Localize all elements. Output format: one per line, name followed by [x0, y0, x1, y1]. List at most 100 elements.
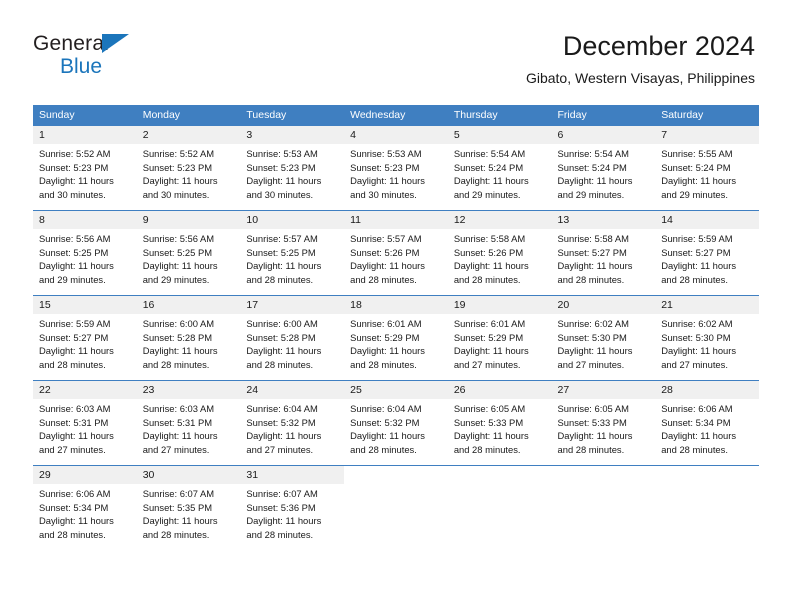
day-cell-21[interactable]: 21 Sunrise: 6:02 AM Sunset: 5:30 PM Dayl… — [655, 296, 759, 380]
daylight-text-line2: and 28 minutes. — [39, 528, 106, 540]
calendar-cell[interactable]: 28 Sunrise: 6:06 AM Sunset: 5:34 PM Dayl… — [655, 380, 759, 466]
day-cell-5[interactable]: 5 Sunrise: 5:54 AM Sunset: 5:24 PM Dayli… — [447, 126, 552, 210]
calendar-cell[interactable]: 13 Sunrise: 5:58 AM Sunset: 5:27 PM Dayl… — [551, 210, 656, 296]
day-cell-22[interactable]: 22 Sunrise: 6:03 AM Sunset: 5:31 PM Dayl… — [33, 381, 137, 465]
daylight-text-line1: Daylight: 11 hours — [661, 345, 737, 357]
day-cell-8[interactable]: 8 Sunrise: 5:56 AM Sunset: 5:25 PM Dayli… — [33, 211, 137, 295]
sunset-text: Sunset: 5:27 PM — [39, 331, 109, 343]
sunrise-text: Sunrise: 6:02 AM — [661, 318, 733, 329]
day-cell-1[interactable]: 1 Sunrise: 5:52 AM Sunset: 5:23 PM Dayli… — [33, 126, 137, 210]
day-cell-29[interactable]: 29 Sunrise: 6:06 AM Sunset: 5:34 PM Dayl… — [33, 466, 137, 550]
calendar-cell[interactable]: 16 Sunrise: 6:00 AM Sunset: 5:28 PM Dayl… — [136, 295, 241, 381]
calendar-cell[interactable]: 30 Sunrise: 6:07 AM Sunset: 5:35 PM Dayl… — [136, 465, 241, 550]
day-cell-18[interactable]: 18 Sunrise: 6:01 AM Sunset: 5:29 PM Dayl… — [344, 296, 448, 380]
sunset-text: Sunset: 5:35 PM — [142, 501, 213, 513]
day-number — [344, 466, 448, 484]
day-cell-24[interactable]: 24 Sunrise: 6:04 AM Sunset: 5:32 PM Dayl… — [240, 381, 345, 465]
daylight-text-line2: and 27 minutes. — [661, 358, 728, 370]
daylight-text-line2: and 28 minutes. — [39, 358, 106, 370]
calendar-cell[interactable]: 6 Sunrise: 5:54 AM Sunset: 5:24 PM Dayli… — [551, 126, 656, 211]
calendar-cell[interactable]: 21 Sunrise: 6:02 AM Sunset: 5:30 PM Dayl… — [655, 295, 759, 381]
day-cell-15[interactable]: 15 Sunrise: 5:59 AM Sunset: 5:27 PM Dayl… — [33, 296, 137, 380]
day-cell-14[interactable]: 14 Sunrise: 5:59 AM Sunset: 5:27 PM Dayl… — [655, 211, 759, 295]
day-cell-16[interactable]: 16 Sunrise: 6:00 AM Sunset: 5:28 PM Dayl… — [136, 296, 241, 380]
day-number: 7 — [655, 126, 759, 144]
calendar-cell[interactable]: 8 Sunrise: 5:56 AM Sunset: 5:25 PM Dayli… — [33, 210, 137, 296]
day-cell-10[interactable]: 10 Sunrise: 5:57 AM Sunset: 5:25 PM Dayl… — [240, 211, 345, 295]
day-cell-23[interactable]: 23 Sunrise: 6:03 AM Sunset: 5:31 PM Dayl… — [136, 381, 241, 465]
calendar-cell[interactable]: 27 Sunrise: 6:05 AM Sunset: 5:33 PM Dayl… — [551, 380, 656, 466]
daylight-text-line2: and 27 minutes. — [246, 443, 314, 455]
calendar-cell[interactable]: 18 Sunrise: 6:01 AM Sunset: 5:29 PM Dayl… — [344, 295, 448, 381]
day-cell-17[interactable]: 17 Sunrise: 6:00 AM Sunset: 5:28 PM Dayl… — [240, 296, 345, 380]
calendar-cell[interactable]: 2 Sunrise: 5:52 AM Sunset: 5:23 PM Dayli… — [136, 126, 241, 211]
day-cell-6[interactable]: 6 Sunrise: 5:54 AM Sunset: 5:24 PM Dayli… — [551, 126, 656, 210]
sunrise-text: Sunrise: 5:56 AM — [39, 233, 111, 244]
day-info: Sunrise: 6:01 AM Sunset: 5:29 PM Dayligh… — [344, 314, 448, 371]
calendar-cell[interactable]: 10 Sunrise: 5:57 AM Sunset: 5:25 PM Dayl… — [240, 210, 345, 296]
day-cell-27[interactable]: 27 Sunrise: 6:05 AM Sunset: 5:33 PM Dayl… — [551, 381, 656, 465]
day-cell-20[interactable]: 20 Sunrise: 6:02 AM Sunset: 5:30 PM Dayl… — [551, 296, 656, 380]
calendar-cell[interactable]: 29 Sunrise: 6:06 AM Sunset: 5:34 PM Dayl… — [33, 465, 137, 550]
day-number — [655, 466, 759, 484]
calendar-cell[interactable]: 23 Sunrise: 6:03 AM Sunset: 5:31 PM Dayl… — [136, 380, 241, 466]
daylight-text-line2: and 27 minutes. — [142, 443, 210, 455]
calendar-cell[interactable]: 24 Sunrise: 6:04 AM Sunset: 5:32 PM Dayl… — [240, 380, 345, 466]
calendar-cell[interactable]: 1 Sunrise: 5:52 AM Sunset: 5:23 PM Dayli… — [33, 126, 137, 211]
calendar-cell[interactable]: 31 Sunrise: 6:07 AM Sunset: 5:36 PM Dayl… — [240, 465, 345, 550]
calendar-cell[interactable]: 4 Sunrise: 5:53 AM Sunset: 5:23 PM Dayli… — [344, 126, 448, 211]
daylight-text-line1: Daylight: 11 hours — [142, 430, 218, 442]
day-cell-3[interactable]: 3 Sunrise: 5:53 AM Sunset: 5:23 PM Dayli… — [240, 126, 345, 210]
day-cell-2[interactable]: 2 Sunrise: 5:52 AM Sunset: 5:23 PM Dayli… — [136, 126, 241, 210]
day-number: 22 — [33, 381, 137, 399]
day-cell-26[interactable]: 26 Sunrise: 6:05 AM Sunset: 5:33 PM Dayl… — [447, 381, 552, 465]
day-info: Sunrise: 6:05 AM Sunset: 5:33 PM Dayligh… — [448, 399, 552, 456]
calendar-cell — [447, 465, 552, 550]
day-cell-9[interactable]: 9 Sunrise: 5:56 AM Sunset: 5:25 PM Dayli… — [136, 211, 241, 295]
day-cell-13[interactable]: 13 Sunrise: 5:58 AM Sunset: 5:27 PM Dayl… — [551, 211, 656, 295]
day-number: 16 — [136, 296, 241, 314]
generalblue-logo[interactable]: General Blue — [33, 33, 233, 83]
calendar-cell[interactable]: 25 Sunrise: 6:04 AM Sunset: 5:32 PM Dayl… — [344, 380, 448, 466]
calendar-cell[interactable]: 17 Sunrise: 6:00 AM Sunset: 5:28 PM Dayl… — [240, 295, 345, 381]
day-cell-28[interactable]: 28 Sunrise: 6:06 AM Sunset: 5:34 PM Dayl… — [655, 381, 759, 465]
calendar-cell[interactable]: 5 Sunrise: 5:54 AM Sunset: 5:24 PM Dayli… — [447, 126, 552, 211]
sunset-text: Sunset: 5:32 PM — [246, 416, 316, 428]
calendar-cell[interactable]: 15 Sunrise: 5:59 AM Sunset: 5:27 PM Dayl… — [33, 295, 137, 381]
sunrise-text: Sunrise: 5:59 AM — [661, 233, 733, 244]
day-number: 5 — [447, 126, 552, 144]
calendar-cell[interactable]: 14 Sunrise: 5:59 AM Sunset: 5:27 PM Dayl… — [655, 210, 759, 296]
day-cell-empty — [552, 466, 656, 550]
day-cell-12[interactable]: 12 Sunrise: 5:58 AM Sunset: 5:26 PM Dayl… — [447, 211, 552, 295]
calendar-cell[interactable]: 26 Sunrise: 6:05 AM Sunset: 5:33 PM Dayl… — [447, 380, 552, 466]
sunrise-text: Sunrise: 6:07 AM — [246, 488, 318, 499]
sunset-text: Sunset: 5:31 PM — [142, 416, 213, 428]
calendar-cell[interactable]: 12 Sunrise: 5:58 AM Sunset: 5:26 PM Dayl… — [447, 210, 552, 296]
daylight-text-line1: Daylight: 11 hours — [557, 430, 633, 442]
day-cell-30[interactable]: 30 Sunrise: 6:07 AM Sunset: 5:35 PM Dayl… — [136, 466, 241, 550]
sunset-text: Sunset: 5:25 PM — [246, 246, 316, 258]
day-cell-25[interactable]: 25 Sunrise: 6:04 AM Sunset: 5:32 PM Dayl… — [344, 381, 448, 465]
day-number: 3 — [240, 126, 345, 144]
calendar-cell[interactable]: 19 Sunrise: 6:01 AM Sunset: 5:29 PM Dayl… — [447, 295, 552, 381]
calendar-page: General Blue December 2024 Gibato, Weste… — [0, 0, 792, 612]
calendar-cell[interactable]: 11 Sunrise: 5:57 AM Sunset: 5:26 PM Dayl… — [344, 210, 448, 296]
calendar-cell[interactable]: 7 Sunrise: 5:55 AM Sunset: 5:24 PM Dayli… — [655, 126, 759, 211]
day-cell-11[interactable]: 11 Sunrise: 5:57 AM Sunset: 5:26 PM Dayl… — [344, 211, 448, 295]
calendar-cell[interactable]: 3 Sunrise: 5:53 AM Sunset: 5:23 PM Dayli… — [240, 126, 345, 211]
calendar-cell[interactable]: 22 Sunrise: 6:03 AM Sunset: 5:31 PM Dayl… — [33, 380, 137, 466]
sunset-text: Sunset: 5:31 PM — [39, 416, 109, 428]
day-number: 17 — [240, 296, 345, 314]
calendar-cell[interactable]: 9 Sunrise: 5:56 AM Sunset: 5:25 PM Dayli… — [136, 210, 241, 296]
day-cell-31[interactable]: 31 Sunrise: 6:07 AM Sunset: 5:36 PM Dayl… — [240, 466, 345, 550]
day-cell-4[interactable]: 4 Sunrise: 5:53 AM Sunset: 5:23 PM Dayli… — [344, 126, 448, 210]
sunset-text: Sunset: 5:29 PM — [453, 331, 524, 343]
day-number: 27 — [551, 381, 656, 399]
sunset-text: Sunset: 5:34 PM — [661, 416, 731, 428]
sunset-text: Sunset: 5:23 PM — [39, 161, 109, 173]
sunrise-text: Sunrise: 5:57 AM — [350, 233, 422, 244]
calendar-cell[interactable]: 20 Sunrise: 6:02 AM Sunset: 5:30 PM Dayl… — [551, 295, 656, 381]
day-cell-7[interactable]: 7 Sunrise: 5:55 AM Sunset: 5:24 PM Dayli… — [655, 126, 759, 210]
daylight-text-line1: Daylight: 11 hours — [661, 175, 737, 187]
day-cell-19[interactable]: 19 Sunrise: 6:01 AM Sunset: 5:29 PM Dayl… — [447, 296, 552, 380]
